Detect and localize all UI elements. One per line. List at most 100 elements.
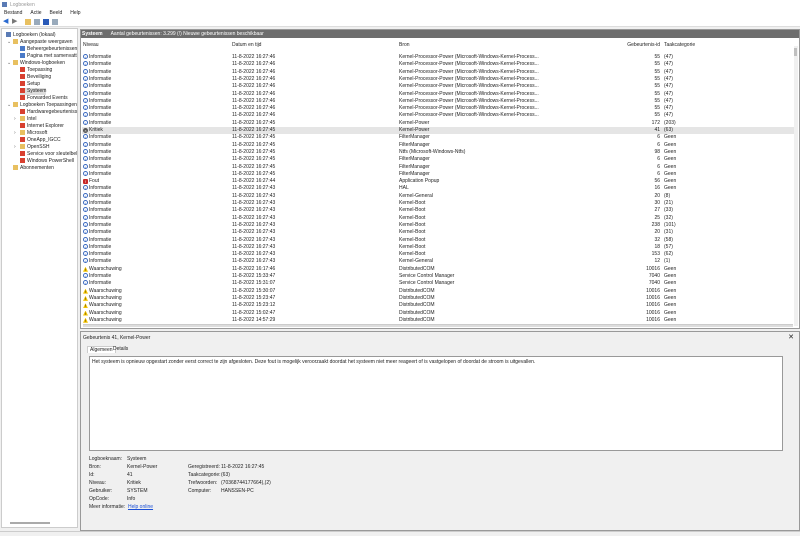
forward-arrow-icon[interactable]: ▶ xyxy=(12,18,18,25)
table-row[interactable]: ! Waarschuwing 11-8-2022 15:23:12 Distribut… xyxy=(82,302,794,309)
cell-datum: 11-8-2022 15:31:07 xyxy=(232,280,276,287)
table-row[interactable]: i Informatie 11-8-2022 16:27:45 FilterManag… xyxy=(82,170,794,178)
tree-item[interactable]: Internet Explorer xyxy=(20,123,64,130)
table-row[interactable]: i Informatie 11-8-2022 16:27:46 Kernel-Proc… xyxy=(82,61,794,68)
chevron-down-icon[interactable]: ⌄ xyxy=(7,60,11,67)
table-row[interactable]: i Informatie 11-8-2022 16:27:45 FilterManag… xyxy=(82,156,794,163)
horizontal-scrollbar[interactable] xyxy=(83,324,793,327)
menu-bestand[interactable]: Bestand xyxy=(4,10,22,17)
chevron-right-icon[interactable]: › xyxy=(14,116,16,123)
table-row[interactable]: i Informatie 11-8-2022 16:27:43 Kernel-Boot… xyxy=(82,200,794,207)
table-row[interactable]: i Informatie 11-8-2022 16:27:43 Kernel-Gene… xyxy=(82,258,794,265)
close-icon[interactable]: ✕ xyxy=(788,333,794,341)
tree-item[interactable]: Service voor sleutelbeheer xyxy=(20,151,77,158)
tree-item[interactable]: ⌄ Windows-logboeken xyxy=(7,60,65,67)
table-row[interactable]: i Informatie 11-8-2022 15:33:47 Service Con… xyxy=(82,273,794,280)
subscriptions-icon xyxy=(13,165,18,170)
table-row[interactable]: i Informatie 11-8-2022 16:27:43 Kernel-Boot… xyxy=(82,221,794,229)
tree-item[interactable]: › OpenSSH xyxy=(14,144,50,151)
table-row[interactable]: i Informatie 11-8-2022 16:27:43 Kernel-Boot… xyxy=(82,214,794,222)
table-row[interactable]: i Informatie 11-8-2022 16:27:43 Kernel-Boot… xyxy=(82,236,794,244)
table-row[interactable]: i Informatie 11-8-2022 16:27:43 Kernel-Gene… xyxy=(82,192,794,200)
level-text: Informatie xyxy=(89,54,112,60)
tree-item-label: OpenSSH xyxy=(27,144,50,150)
table-row[interactable]: i Informatie 11-8-2022 16:27:43 Kernel-Boot… xyxy=(82,207,794,214)
table-row[interactable]: i Informatie 11-8-2022 16:27:43 HAL 16 Geen xyxy=(82,185,794,192)
back-arrow-icon[interactable]: ◀ xyxy=(3,18,9,25)
table-row[interactable]: i Informatie 11-8-2022 16:27:46 Kernel-Proc… xyxy=(82,75,794,83)
table-row[interactable]: i Informatie 11-8-2022 16:27:46 Kernel-Proc… xyxy=(82,112,794,119)
chevron-down-icon[interactable]: ⌄ xyxy=(7,102,11,109)
folder-icon xyxy=(13,60,18,65)
table-row[interactable]: i Informatie 11-8-2022 16:27:43 Kernel-Boot… xyxy=(82,229,794,236)
level-text: Informatie xyxy=(89,97,112,104)
column-header-niveau[interactable]: Niveau xyxy=(83,42,99,49)
table-row[interactable]: ! Waarschuwing 11-8-2022 14:57:29 Distribut… xyxy=(82,317,794,324)
warning-icon: ! xyxy=(83,288,88,294)
menu-actie[interactable]: Actie xyxy=(30,10,41,17)
chevron-down-icon[interactable]: ⌄ xyxy=(7,39,11,46)
tree-item[interactable]: Abonnementen xyxy=(13,165,54,172)
table-row[interactable]: i Informatie 11-8-2022 16:27:45 Ntfs (Micro… xyxy=(82,148,794,156)
column-header-id[interactable]: Gebeurtenis-id xyxy=(622,42,660,49)
log-icon xyxy=(20,95,25,100)
table-row[interactable]: ! Waarschuwing 11-8-2022 16:17:46 Distribut… xyxy=(82,266,794,273)
table-row[interactable]: i Informatie 11-8-2022 16:27:46 Kernel-Proc… xyxy=(82,54,794,61)
column-header-bron[interactable]: Bron xyxy=(399,42,619,49)
table-row[interactable]: ! Waarschuwing 11-8-2022 15:30:07 Distribut… xyxy=(82,288,794,295)
menu-help[interactable]: Help xyxy=(70,10,80,17)
table-row[interactable]: i Informatie 11-8-2022 16:27:45 FilterManag… xyxy=(82,134,794,141)
tree-item[interactable]: ⌄ Aangepaste weergaven xyxy=(7,39,73,46)
help-icon[interactable] xyxy=(43,19,49,25)
cell-id: 238 xyxy=(651,221,660,228)
table-row[interactable]: i Informatie 11-8-2022 16:27:43 Kernel-Boot… xyxy=(82,251,794,258)
cell-bron: Kernel-General xyxy=(399,258,433,265)
help-online-link[interactable]: Help online xyxy=(128,504,153,510)
folder-icon xyxy=(13,102,18,107)
tree-item[interactable]: › Intel xyxy=(14,116,36,123)
chevron-right-icon[interactable]: › xyxy=(14,130,16,137)
tree-item[interactable]: Pagina met samenvatting xyxy=(20,53,77,60)
column-header-datum[interactable]: Datum en tijd xyxy=(232,42,261,49)
open-folder-icon[interactable] xyxy=(25,19,31,25)
table-row[interactable]: i Informatie 11-8-2022 16:27:46 Kernel-Proc… xyxy=(82,90,794,98)
tree-item[interactable]: Logboeken (lokaal) xyxy=(6,32,56,39)
info-icon: i xyxy=(83,185,88,191)
tree-item[interactable]: Windows PowerShell xyxy=(20,158,74,165)
cell-bron: FilterManager xyxy=(399,141,430,148)
tree-item[interactable]: Forwarded Events xyxy=(20,95,68,102)
tree-item[interactable]: Setup xyxy=(20,81,40,88)
table-row[interactable]: i Informatie 11-8-2022 16:27:45 FilterManag… xyxy=(82,163,794,171)
cell-taakcategorie: Geen xyxy=(664,178,677,185)
table-row[interactable]: i Informatie 11-8-2022 16:27:43 Kernel-Boot… xyxy=(82,243,794,251)
tree-item[interactable]: Toepassing xyxy=(20,67,52,74)
table-row[interactable]: i Informatie 11-8-2022 16:27:46 Kernel-Proc… xyxy=(82,83,794,90)
tree-item[interactable]: OneApp_IGCC xyxy=(20,137,61,144)
cell-datum: 11-8-2022 15:02:47 xyxy=(232,309,276,316)
table-row[interactable]: × Kritiek 11-8-2022 16:27:45 Kernel-Power 41… xyxy=(82,127,794,135)
tab-details[interactable]: Details xyxy=(111,346,130,353)
scrollbar-thumb[interactable] xyxy=(794,48,797,56)
table-row[interactable]: i Informatie 11-8-2022 16:27:45 FilterManag… xyxy=(82,141,794,149)
tree-horizontal-scrollbar[interactable] xyxy=(10,522,50,524)
chevron-right-icon[interactable]: › xyxy=(14,144,16,151)
tree-item[interactable]: Systeem xyxy=(20,88,47,95)
table-row[interactable]: i Informatie 11-8-2022 15:31:07 Service Con… xyxy=(82,280,794,287)
table-row[interactable]: i Informatie 11-8-2022 16:27:46 Kernel-Proc… xyxy=(82,68,794,76)
table-row[interactable]: ! Waarschuwing 11-8-2022 15:23:47 Distribut… xyxy=(82,295,794,302)
tree-item[interactable]: ⌄ Logboeken Toepassingen en services xyxy=(7,102,77,109)
table-row[interactable]: i Informatie 11-8-2022 16:27:46 Kernel-Proc… xyxy=(82,105,794,112)
tree-item[interactable]: › Microsoft xyxy=(14,130,47,137)
tree-item[interactable]: Beveiliging xyxy=(20,74,51,81)
table-row[interactable]: i Informatie 11-8-2022 16:27:46 Kernel-Proc… xyxy=(82,97,794,105)
properties-icon[interactable] xyxy=(52,19,58,25)
tree-item[interactable]: Hardwaregebeurtenissen xyxy=(20,109,77,116)
tree-item[interactable]: Beheergebeurtenissen xyxy=(20,46,77,53)
table-row[interactable]: i Informatie 11-8-2022 16:27:45 Kernel-Powe… xyxy=(82,119,794,127)
menu-beeld[interactable]: Beeld xyxy=(49,10,62,17)
table-row[interactable]: ! Fout 11-8-2022 16:27:44 Application Popup… xyxy=(82,178,794,185)
console-tree-icon[interactable] xyxy=(34,19,40,25)
vertical-scrollbar[interactable] xyxy=(794,46,798,326)
table-row[interactable]: ! Waarschuwing 11-8-2022 15:02:47 Distribut… xyxy=(82,310,794,317)
column-header-taakcategorie[interactable]: Taakcategorie xyxy=(664,42,695,49)
